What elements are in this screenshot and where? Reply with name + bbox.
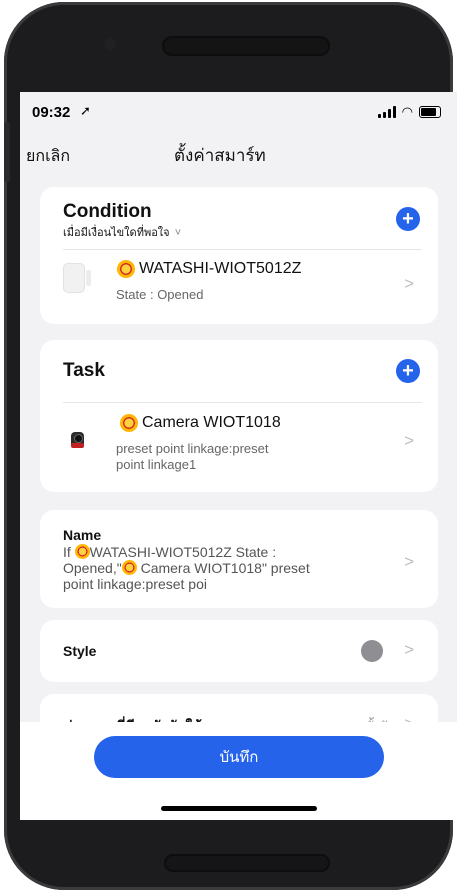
chevron-right-icon: > bbox=[404, 274, 414, 293]
chevron-right-icon: > bbox=[404, 640, 414, 659]
status-time: 09:32 bbox=[32, 104, 71, 121]
style-label: Style bbox=[63, 643, 97, 659]
task-title: Task bbox=[63, 360, 105, 381]
condition-mode-label: เมื่อมีเงื่อนไขใดที่พอใจ bbox=[63, 227, 170, 239]
condition-device-state: State : Opened bbox=[116, 287, 204, 302]
task-card: Task + Camera WIOT1018 preset point link… bbox=[40, 340, 438, 492]
style-color-swatch bbox=[361, 640, 383, 662]
wifi-icon: ◠ bbox=[401, 104, 413, 119]
speaker-grille bbox=[162, 36, 330, 56]
signal-icon bbox=[377, 106, 396, 118]
condition-card: Condition เมื่อมีเงื่อนไขใดที่พอใจ ˅ + W… bbox=[40, 187, 438, 324]
device-emoji-icon bbox=[74, 544, 90, 559]
task-device-action-line1: preset point linkage:preset bbox=[116, 441, 269, 456]
chevron-right-icon: > bbox=[404, 431, 414, 450]
task-device-name: Camera WIOT1018 bbox=[120, 414, 281, 432]
app-screen: 09:32 ➚ ◠ ยกเลิก ตั้งค่าสมาร์ท Condition… bbox=[20, 92, 457, 820]
bottom-grille bbox=[164, 854, 330, 872]
camera-device-icon bbox=[71, 432, 84, 448]
save-button[interactable]: บันทึก bbox=[94, 736, 384, 778]
front-camera bbox=[104, 38, 116, 50]
chevron-down-icon: ˅ bbox=[174, 227, 182, 239]
divider bbox=[63, 249, 422, 250]
status-bar: 09:32 ➚ ◠ bbox=[20, 92, 457, 132]
plus-icon: + bbox=[402, 208, 414, 230]
cancel-button[interactable]: ยกเลิก bbox=[26, 144, 70, 169]
location-arrow-icon: ➚ bbox=[80, 103, 91, 118]
chevron-right-icon: > bbox=[404, 552, 414, 571]
device-emoji-icon bbox=[120, 414, 138, 432]
nav-bar: ยกเลิก ตั้งค่าสมาร์ท bbox=[20, 134, 457, 170]
task-device-action-line2: point linkage1 bbox=[116, 457, 197, 472]
style-card[interactable]: Style > bbox=[40, 620, 438, 682]
page-title: ตั้งค่าสมาร์ท bbox=[174, 146, 266, 165]
status-icons: ◠ bbox=[377, 104, 441, 120]
condition-mode-dropdown[interactable]: เมื่อมีเงื่อนไขใดที่พอใจ ˅ bbox=[63, 223, 181, 241]
add-task-button[interactable]: + bbox=[396, 359, 420, 383]
condition-title: Condition bbox=[63, 201, 152, 222]
condition-device-name: WATASHI-WIOT5012Z bbox=[117, 260, 301, 278]
door-sensor-icon bbox=[64, 264, 91, 292]
device-emoji-icon bbox=[121, 560, 137, 575]
divider bbox=[63, 402, 422, 403]
name-value: If WATASHI-WIOT5012Z State : Opened," Ca… bbox=[63, 544, 310, 592]
add-condition-button[interactable]: + bbox=[396, 207, 420, 231]
name-label: Name bbox=[63, 527, 102, 543]
device-emoji-icon bbox=[117, 260, 135, 278]
battery-icon bbox=[419, 106, 441, 118]
plus-icon: + bbox=[402, 360, 414, 382]
home-indicator[interactable] bbox=[161, 806, 317, 811]
name-card[interactable]: Name If WATASHI-WIOT5012Z State : Opened… bbox=[40, 510, 438, 608]
side-button bbox=[4, 122, 10, 182]
